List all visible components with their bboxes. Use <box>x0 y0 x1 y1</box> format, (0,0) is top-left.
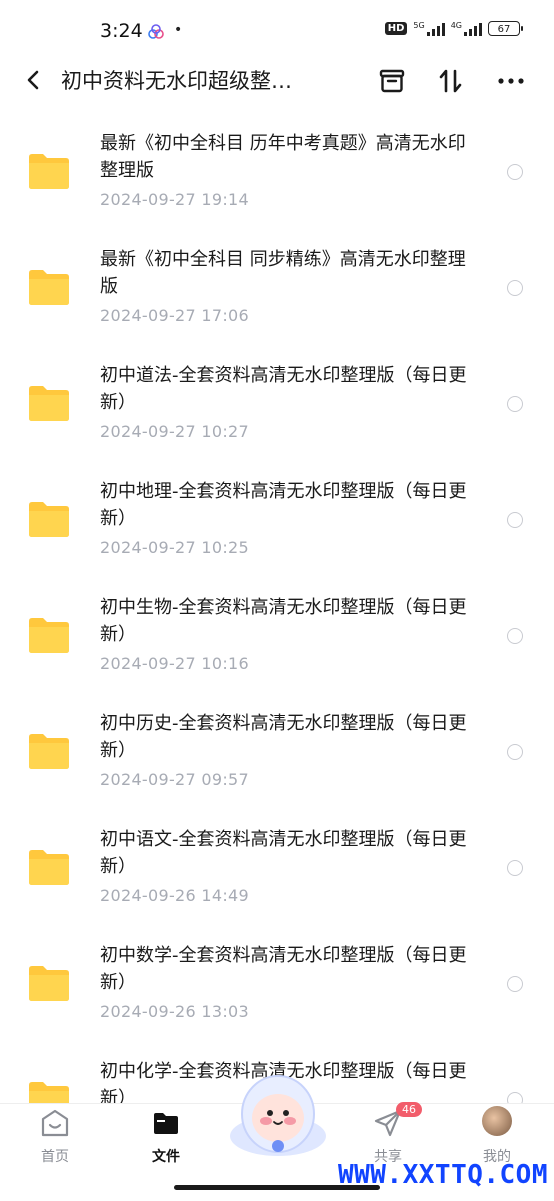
folder-icon <box>29 502 69 537</box>
signal-icon-2 <box>464 22 482 36</box>
file-date: 2024-09-26 14:49 <box>100 886 249 905</box>
tab-home-label: 首页 <box>41 1149 69 1165</box>
list-item[interactable]: 初中历史-全套资料高清无水印整理版（每日更新） 2024-09-27 09:57 <box>0 698 554 814</box>
list-item[interactable]: 初中地理-全套资料高清无水印整理版（每日更新） 2024-09-27 10:25 <box>0 466 554 582</box>
avatar[interactable] <box>482 1106 512 1136</box>
file-name: 初中语文-全套资料高清无水印整理版（每日更新） <box>100 829 467 877</box>
folder-icon <box>29 618 69 653</box>
file-date: 2024-09-27 10:25 <box>100 538 249 557</box>
select-radio[interactable] <box>507 280 523 296</box>
signal-icon <box>426 22 445 36</box>
file-date: 2024-09-27 17:06 <box>100 306 249 325</box>
status-dot: • <box>174 22 183 38</box>
folder-icon <box>29 270 69 305</box>
select-radio[interactable] <box>507 164 523 180</box>
tab-home[interactable]: 首页 <box>15 1104 95 1174</box>
mascot-icon[interactable] <box>228 1074 328 1158</box>
file-name: 最新《初中全科目 历年中考真题》高清无水印整理版 <box>100 133 466 181</box>
header: 初中资料无水印超级整… <box>0 52 554 108</box>
tab-files-label: 文件 <box>152 1149 180 1165</box>
list-item[interactable]: 初中语文-全套资料高清无水印整理版（每日更新） 2024-09-26 14:49 <box>0 814 554 930</box>
folder-icon <box>29 850 69 885</box>
file-date: 2024-09-27 09:57 <box>100 770 249 789</box>
folder-icon <box>29 154 69 189</box>
folder-icon <box>29 386 69 421</box>
folder-icon <box>154 1113 178 1134</box>
select-radio[interactable] <box>507 512 523 528</box>
sort-icon[interactable] <box>436 66 466 96</box>
archive-icon[interactable] <box>377 66 407 96</box>
network-label-5g: 5G <box>413 21 425 30</box>
file-date: 2024-09-27 19:14 <box>100 190 249 209</box>
list-item[interactable]: 最新《初中全科目 同步精练》高清无水印整理版 2024-09-27 17:06 <box>0 234 554 350</box>
list-item[interactable]: 最新《初中全科目 历年中考真题》高清无水印整理版 2024-09-27 19:14 <box>0 118 554 234</box>
battery-icon: 67 <box>488 21 523 36</box>
folder-icon <box>29 966 69 1001</box>
file-date: 2024-09-27 10:16 <box>100 654 249 673</box>
file-name: 初中历史-全套资料高清无水印整理版（每日更新） <box>100 713 467 761</box>
select-radio[interactable] <box>507 860 523 876</box>
select-radio[interactable] <box>507 976 523 992</box>
file-date: 2024-09-27 10:27 <box>100 422 249 441</box>
folder-icon <box>29 734 69 769</box>
file-list: 最新《初中全科目 历年中考真题》高清无水印整理版 2024-09-27 19:14… <box>0 118 554 1162</box>
file-name: 初中道法-全套资料高清无水印整理版（每日更新） <box>100 365 467 413</box>
share-badge: 46 <box>396 1102 422 1117</box>
home-indicator <box>174 1185 380 1190</box>
file-name: 初中地理-全套资料高清无水印整理版（每日更新） <box>100 481 467 529</box>
file-name: 最新《初中全科目 同步精练》高清无水印整理版 <box>100 249 466 297</box>
status-time: 3:24 <box>100 20 143 42</box>
list-item[interactable]: 初中道法-全套资料高清无水印整理版（每日更新） 2024-09-27 10:27 <box>0 350 554 466</box>
tab-files[interactable]: 文件 <box>126 1104 206 1174</box>
network-label-4g: 4G <box>450 21 462 30</box>
list-item[interactable]: 初中数学-全套资料高清无水印整理版（每日更新） 2024-09-26 13:03 <box>0 930 554 1046</box>
file-name: 初中生物-全套资料高清无水印整理版（每日更新） <box>100 597 467 645</box>
hd-badge: HD <box>384 22 408 35</box>
status-indicators: HD 5G 4G 67 <box>384 21 523 36</box>
select-radio[interactable] <box>507 628 523 644</box>
select-radio[interactable] <box>507 396 523 412</box>
back-icon[interactable] <box>22 68 46 92</box>
file-date: 2024-09-26 13:03 <box>100 1002 249 1021</box>
home-icon <box>41 1109 69 1137</box>
list-item[interactable]: 初中生物-全套资料高清无水印整理版（每日更新） 2024-09-27 10:16 <box>0 582 554 698</box>
app-notification-icon <box>148 24 164 39</box>
page-title: 初中资料无水印超级整… <box>61 69 292 93</box>
select-radio[interactable] <box>507 744 523 760</box>
file-name: 初中数学-全套资料高清无水印整理版（每日更新） <box>100 945 467 993</box>
more-icon[interactable] <box>496 66 526 96</box>
